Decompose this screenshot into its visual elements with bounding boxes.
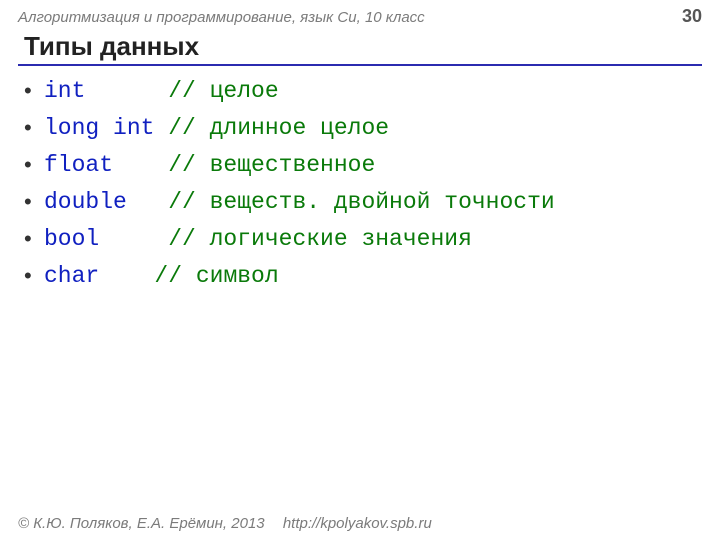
- title-wrap: Типы данных: [18, 31, 702, 66]
- footer-url: http://kpolyakov.spb.ru: [283, 515, 432, 532]
- keyword: double: [44, 189, 154, 215]
- keyword: long int: [44, 115, 154, 141]
- comment: // логические значения: [154, 226, 471, 252]
- list-item: double // веществ. двойной точности: [24, 187, 702, 218]
- slide-footer: © К.Ю. Поляков, Е.А. Ерёмин, 2013 http:/…: [0, 515, 720, 532]
- list-item: float // вещественное: [24, 150, 702, 181]
- page-number: 30: [682, 6, 702, 27]
- list-item: int // целое: [24, 76, 702, 107]
- comment: // веществ. двойной точности: [154, 189, 554, 215]
- comment: // вещественное: [154, 152, 375, 178]
- breadcrumb: Алгоритмизация и программирование, язык …: [18, 9, 425, 26]
- keyword: char: [44, 263, 141, 289]
- list-item: char // символ: [24, 261, 702, 292]
- keyword: int: [44, 78, 154, 104]
- comment: // целое: [154, 78, 278, 104]
- page-title: Типы данных: [18, 31, 702, 62]
- keyword: bool: [44, 226, 154, 252]
- copyright: © К.Ю. Поляков, Е.А. Ерёмин, 2013: [18, 515, 265, 532]
- comment: // длинное целое: [154, 115, 389, 141]
- type-list: int // целое long int // длинное целое f…: [18, 76, 702, 292]
- list-item: bool // логические значения: [24, 224, 702, 255]
- list-item: long int // длинное целое: [24, 113, 702, 144]
- comment: // символ: [141, 263, 279, 289]
- slide-header: Алгоритмизация и программирование, язык …: [0, 0, 720, 27]
- content: int // целое long int // длинное целое f…: [18, 76, 702, 292]
- keyword: float: [44, 152, 154, 178]
